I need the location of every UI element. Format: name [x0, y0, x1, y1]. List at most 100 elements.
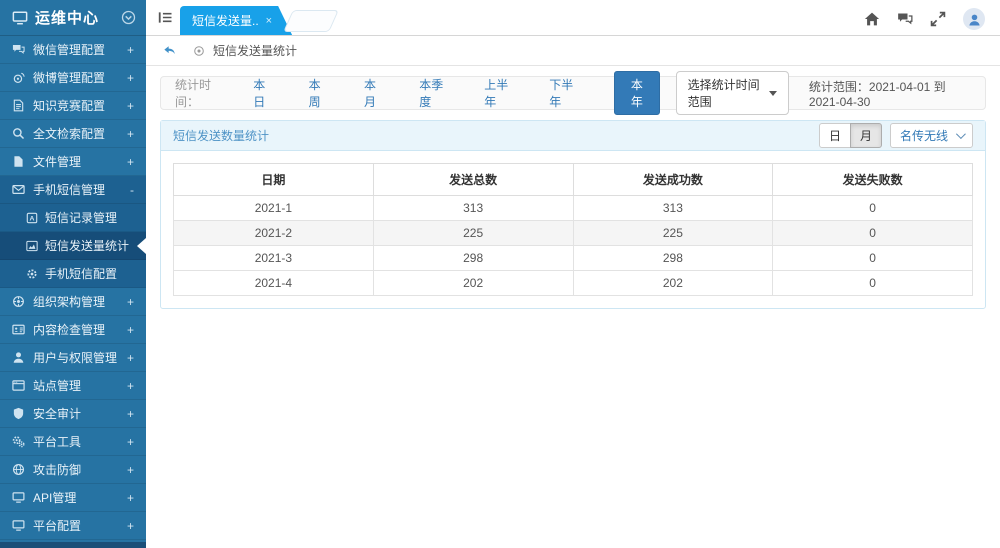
- sidebar-group-sms: 手机短信管理 - 短信记录管理 短信发送量统计 手机短信配置: [0, 176, 146, 288]
- sidebar: 运维中心 微信管理配置 + 微博管理配置 + 知识竞赛配置 + 全文检索配置: [0, 0, 146, 548]
- sidebar-item-org-structure[interactable]: 组织架构管理 +: [0, 288, 146, 316]
- monitor-icon: [12, 491, 25, 504]
- person-icon: [967, 12, 982, 27]
- filter-link-this-month[interactable]: 本月: [364, 76, 383, 110]
- sidebar-subitem-sms-volume-stats[interactable]: 短信发送量统计: [0, 232, 146, 260]
- unit-toggle-group: 日 月: [819, 123, 882, 148]
- provider-selected-value: 名传无线: [900, 127, 948, 144]
- sidebar-subitem-sms-records[interactable]: 短信记录管理: [0, 204, 146, 232]
- sidebar-item-fulltext-search-config[interactable]: 全文检索配置 +: [0, 120, 146, 148]
- sidebar-item-security-audit[interactable]: 安全审计 +: [0, 400, 146, 428]
- chevron-circle-down-icon[interactable]: [121, 10, 136, 25]
- caret-down-icon: [769, 91, 777, 96]
- globe-icon: [12, 463, 25, 476]
- expand-indicator: +: [127, 323, 134, 337]
- cell-total: 225: [373, 221, 573, 246]
- sidebar-item-label: 内容检查管理: [33, 321, 127, 338]
- breadcrumb: 短信发送量统计: [146, 36, 1000, 66]
- col-header-success-count: 发送成功数: [573, 164, 773, 196]
- table-row: 2021-1 313 313 0: [174, 196, 973, 221]
- sidebar-item-label: 手机短信管理: [33, 181, 130, 198]
- col-header-failure-count: 发送失败数: [773, 164, 973, 196]
- provider-select[interactable]: 名传无线: [890, 123, 973, 148]
- filter-link-today[interactable]: 本日: [253, 76, 272, 110]
- app-window: 运维中心 微信管理配置 + 微博管理配置 + 知识竞赛配置 + 全文检索配置: [0, 0, 1000, 548]
- sidebar-item-user-permissions[interactable]: 用户与权限管理 +: [0, 344, 146, 372]
- expand-indicator: +: [127, 155, 134, 169]
- col-header-total-sent: 发送总数: [373, 164, 573, 196]
- table-row: 2021-3 298 298 0: [174, 246, 973, 271]
- fullscreen-icon[interactable]: [930, 11, 946, 27]
- filter-link-this-week[interactable]: 本周: [309, 76, 328, 110]
- expand-indicator: +: [127, 99, 134, 113]
- select-time-range-button[interactable]: 选择统计时间范围: [676, 71, 789, 115]
- sidebar-item-weibo-config[interactable]: 微博管理配置 +: [0, 64, 146, 92]
- home-icon[interactable]: [864, 11, 880, 27]
- sidebar-item-platform-config[interactable]: 平台配置 +: [0, 512, 146, 540]
- expand-indicator: +: [127, 407, 134, 421]
- shield-icon: [12, 407, 25, 420]
- filter-this-year-button[interactable]: 本年: [614, 71, 659, 115]
- sidebar-subitem-label: 短信发送量统计: [45, 237, 129, 254]
- sidebar-header: 运维中心: [0, 0, 146, 36]
- tab-label: 短信发送量..: [192, 12, 259, 29]
- expand-indicator: +: [127, 127, 134, 141]
- filter-link-first-half-year[interactable]: 上半年: [484, 76, 513, 110]
- sidebar-toggle-icon[interactable]: [157, 10, 174, 25]
- filter-link-this-quarter[interactable]: 本季度: [419, 76, 448, 110]
- cell-failure: 0: [773, 221, 973, 246]
- cell-failure: 0: [773, 196, 973, 221]
- sidebar-item-content-check[interactable]: 内容检查管理 +: [0, 316, 146, 344]
- sidebar-item-attack-defense[interactable]: 攻击防御 +: [0, 456, 146, 484]
- collapse-indicator: -: [130, 183, 134, 197]
- sidebar-item-label: API管理: [33, 489, 127, 506]
- sidebar-item-label: 平台工具: [33, 433, 127, 450]
- cell-total: 313: [373, 196, 573, 221]
- tab-sms-volume-stats[interactable]: 短信发送量.. ×: [180, 6, 292, 35]
- back-arrow-icon[interactable]: [162, 43, 177, 58]
- sidebar-item-file-management[interactable]: 文件管理 +: [0, 148, 146, 176]
- unit-month-button[interactable]: 月: [850, 123, 882, 148]
- sidebar-footer-strip: [0, 542, 146, 548]
- cell-failure: 0: [773, 246, 973, 271]
- expand-indicator: +: [127, 351, 134, 365]
- sidebar-item-label: 平台配置: [33, 517, 127, 534]
- cell-date: 2021-2: [174, 221, 374, 246]
- search-icon: [12, 127, 25, 140]
- sidebar-item-api-management[interactable]: API管理 +: [0, 484, 146, 512]
- sidebar-subitem-label: 短信记录管理: [45, 209, 117, 226]
- expand-indicator: +: [127, 519, 134, 533]
- active-item-arrow: [137, 238, 146, 254]
- comments-icon[interactable]: [897, 11, 913, 27]
- filter-label: 统计时间：: [175, 76, 223, 110]
- user-avatar[interactable]: [963, 8, 985, 30]
- sidebar-subitem-sms-config[interactable]: 手机短信配置: [0, 260, 146, 288]
- panel-title: 短信发送数量统计: [173, 127, 819, 144]
- sidebar-item-quiz-config[interactable]: 知识竞赛配置 +: [0, 92, 146, 120]
- expand-indicator: +: [127, 71, 134, 85]
- gear-icon: [26, 268, 38, 280]
- id-card-icon: [12, 323, 25, 336]
- sidebar-item-site-management[interactable]: 站点管理 +: [0, 372, 146, 400]
- table-row: 2021-4 202 202 0: [174, 271, 973, 296]
- sidebar-item-label: 微博管理配置: [33, 69, 127, 86]
- close-icon[interactable]: ×: [266, 15, 272, 27]
- file-icon: [12, 155, 25, 168]
- sidebar-item-label: 文件管理: [33, 153, 127, 170]
- sidebar-item-label: 攻击防御: [33, 461, 127, 478]
- time-filter-bar: 统计时间： 本日 本周 本月 本季度 上半年 下半年 本年 选择统计时间范围 统…: [160, 76, 986, 110]
- unit-day-button[interactable]: 日: [819, 123, 851, 148]
- table-header-row: 日期 发送总数 发送成功数 发送失败数: [174, 164, 973, 196]
- content: 统计时间： 本日 本周 本月 本季度 上半年 下半年 本年 选择统计时间范围 统…: [146, 66, 1000, 548]
- cell-success: 225: [573, 221, 773, 246]
- sidebar-item-label: 组织架构管理: [33, 293, 127, 310]
- cell-date: 2021-1: [174, 196, 374, 221]
- sidebar-item-wechat-config[interactable]: 微信管理配置 +: [0, 36, 146, 64]
- chevron-down-icon: [956, 129, 966, 139]
- table-row: 2021-2 225 225 0: [174, 221, 973, 246]
- sidebar-item-platform-tools[interactable]: 平台工具 +: [0, 428, 146, 456]
- gears-icon: [12, 435, 25, 448]
- sidebar-item-sms-management[interactable]: 手机短信管理 -: [0, 176, 146, 204]
- chart-icon: [26, 240, 38, 252]
- filter-link-second-half-year[interactable]: 下半年: [549, 76, 578, 110]
